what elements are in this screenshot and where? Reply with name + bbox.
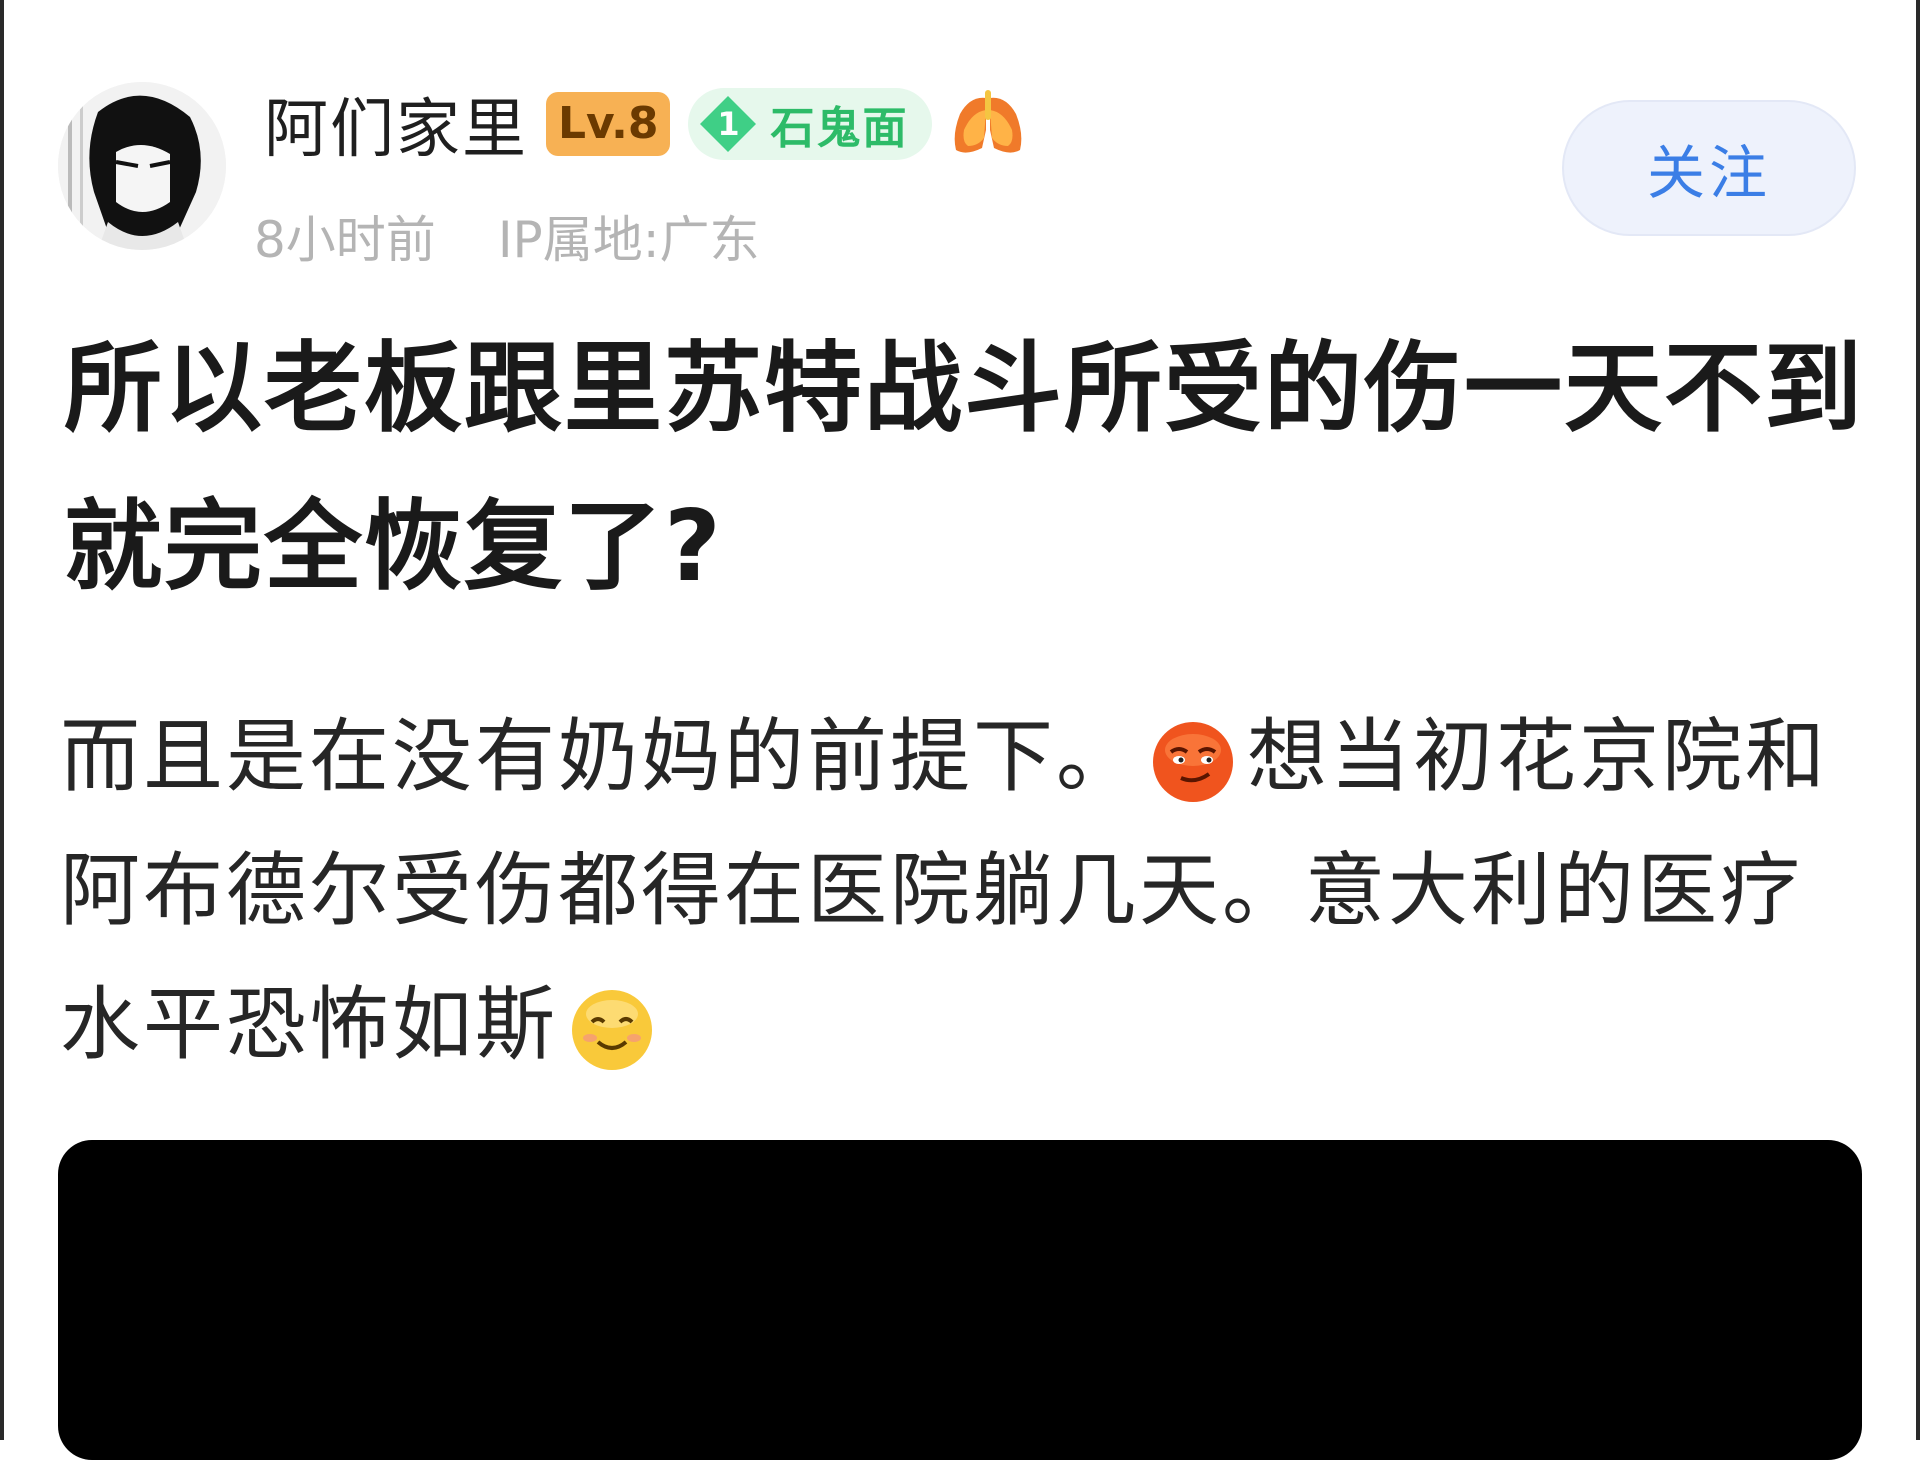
media-preview[interactable]	[58, 1140, 1862, 1460]
post-body-part1: 而且是在没有奶妈的前提下。	[60, 710, 1139, 803]
post-meta: 8小时前 IP属地:广东	[254, 200, 760, 272]
post-card: 阿们家里 Lv.8 1 石鬼面 8小时前 IP属地:广东 关注 所以老板跟里苏特…	[0, 0, 1920, 1460]
ip-location: IP属地:广东	[497, 211, 760, 269]
gem-icon: 1	[696, 92, 760, 156]
post-body: 而且是在没有奶妈的前提下。 想当初花京院和阿布德尔受伤都得在医院躺几天。意大利的…	[60, 690, 1870, 1092]
left-edge	[0, 0, 4, 1440]
smirk-emoji-icon	[1153, 722, 1233, 803]
title-badge-text: 石鬼面	[770, 103, 909, 154]
post-title: 所以老板跟里苏特战斗所受的伤一天不到就完全恢复了?	[64, 332, 1865, 604]
level-badge: Lv.8	[546, 92, 671, 156]
rank-number: 1	[717, 105, 740, 143]
author-name[interactable]: 阿们家里	[264, 78, 528, 170]
lungs-icon	[955, 90, 1022, 153]
follow-button[interactable]: 关注	[1562, 100, 1856, 236]
avatar[interactable]	[58, 82, 226, 250]
right-edge	[1916, 0, 1920, 1440]
smile-emoji-icon	[572, 990, 652, 1071]
author-row: 阿们家里 Lv.8 1 石鬼面	[264, 88, 1026, 167]
post-time: 8小时前	[254, 211, 436, 269]
title-badge[interactable]: 1 石鬼面	[688, 88, 933, 160]
